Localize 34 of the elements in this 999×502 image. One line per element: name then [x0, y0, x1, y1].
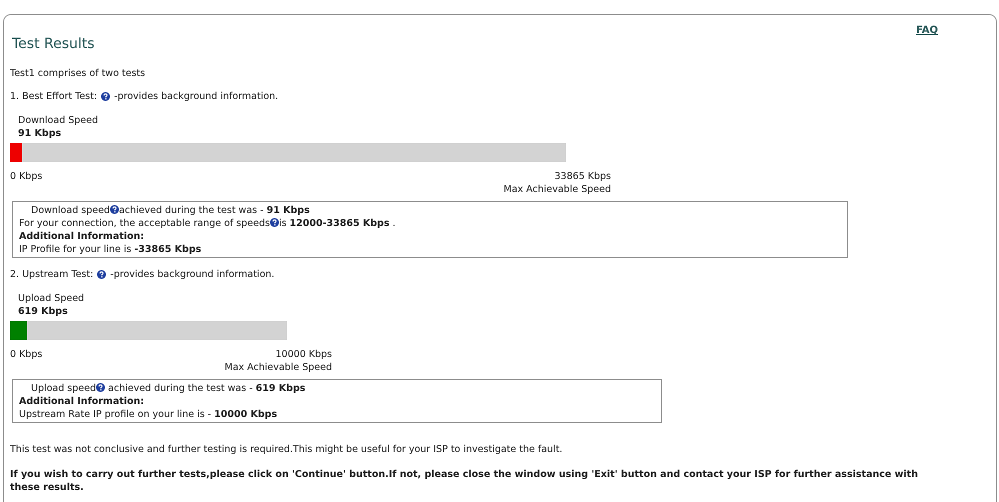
meter-value: 619 Kbps	[18, 305, 68, 318]
meter-value: 91 Kbps	[18, 127, 62, 140]
instruction-text: If you wish to carry out further tests,please click on 'Continue' button.If not, please close the window using 'Exit' button and contact your ISP for further assistance with these results.	[10, 468, 919, 494]
scale-max-label: 33865 Kbps	[554, 171, 611, 182]
info-text: Download speed	[31, 205, 110, 216]
info-heading: Additional Information:	[19, 396, 144, 407]
info-text: For your connection, the acceptable range of speeds	[19, 218, 270, 229]
page-title: Test Results	[12, 35, 95, 53]
help-icon[interactable]	[101, 92, 110, 101]
info-heading: Additional Information:	[19, 231, 144, 242]
status-note: This test was not conclusive and further testing is required.This might be useful for your ISP to investigate the fault.	[10, 443, 562, 456]
info-text: Upload speed	[31, 383, 96, 394]
info-text: is 12000-33865 Kbps .	[278, 218, 396, 229]
info-text: Upstream Rate IP profile on your line is - 10000 Kbps	[19, 409, 278, 420]
meter-label: Download Speed	[18, 114, 98, 127]
scale-min-label: 0 Kbps	[10, 170, 42, 183]
help-icon[interactable]	[97, 270, 106, 279]
scale-caption: Max Achievable Speed	[224, 362, 332, 373]
meter-label: Upload Speed	[18, 292, 84, 305]
test-description: -provides background information.	[114, 90, 278, 103]
help-icon[interactable]	[96, 383, 106, 392]
info-text: achieved during the test was - 91 Kbps	[118, 205, 310, 216]
faq-link[interactable]: FAQ	[916, 24, 938, 37]
scale-max-label: 10000 Kbps	[276, 349, 332, 360]
test-heading: 2. Upstream Test:	[10, 268, 94, 281]
info-text: IP Profile for your line is -33865 Kbps	[19, 244, 202, 255]
scale-min-label: 0 Kbps	[10, 348, 42, 361]
info-text: achieved during the test was - 619 Kbps	[107, 383, 306, 394]
scale-caption: Max Achievable Speed	[504, 184, 611, 195]
test-description: -provides background information.	[110, 268, 274, 281]
test-heading: 1. Best Effort Test:	[10, 90, 98, 103]
help-icon[interactable]	[270, 218, 279, 227]
help-icon[interactable]	[110, 205, 119, 214]
intro-text: Test1 comprises of two tests	[10, 67, 146, 80]
